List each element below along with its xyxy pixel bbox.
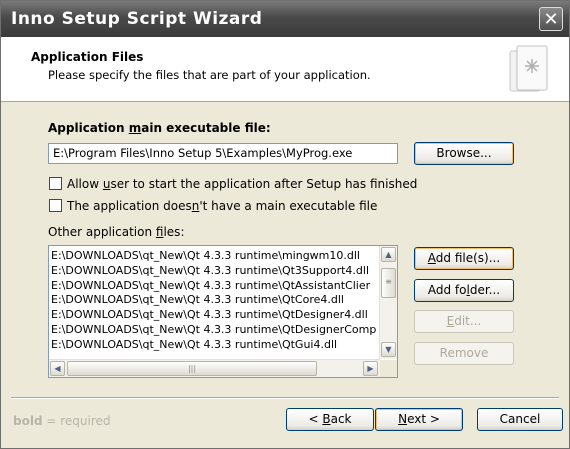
scroll-corner [380,360,397,377]
list-item[interactable]: E:\DOWNLOADS\qt_New\Qt 4.3.3 runtime\Qt3… [51,263,378,278]
wizard-window: Inno Setup Script Wizard ✕ Application F… [0,0,570,449]
close-icon: ✕ [543,9,559,30]
close-button[interactable]: ✕ [539,7,563,31]
no-exe-label[interactable]: The application doesn't have a main exec… [67,199,377,213]
scroll-left-icon[interactable]: ◀ [50,361,65,376]
horizontal-scroll-thumb[interactable]: ||| [67,361,317,376]
list-item[interactable]: E:\DOWNLOADS\qt_New\Qt 4.3.3 runtime\min… [51,248,378,263]
setup-wizard-icon [509,45,548,92]
add-folder-button[interactable]: Add folder... [414,279,514,302]
remove-button[interactable]: Remove [414,342,514,365]
scroll-up-icon[interactable]: ▲ [381,247,396,262]
add-files-button[interactable]: Add file(s)... [414,247,514,270]
scroll-right-icon[interactable]: ▶ [363,361,378,376]
title-bar[interactable]: Inno Setup Script Wizard ✕ [1,1,569,37]
list-item[interactable]: E:\DOWNLOADS\qt_New\Qt 4.3.3 runtime\QtD… [51,322,378,337]
footer-divider [11,397,559,399]
list-item[interactable]: E:\DOWNLOADS\qt_New\Qt 4.3.3 runtime\QtC… [51,292,378,307]
other-files-label: Other application files: [48,225,185,239]
horizontal-scrollbar[interactable]: ◀ ||| ▶ [49,359,380,377]
main-exe-label: Application main executable file: [48,121,271,135]
page-title: Application Files [31,50,144,64]
required-legend: bold = required [13,414,111,428]
scroll-down-icon[interactable]: ▼ [381,342,396,357]
edit-button[interactable]: Edit... [414,310,514,333]
main-exe-input[interactable]: E:\Program Files\Inno Setup 5\Examples\M… [48,143,398,164]
grip-icon: ||| [187,364,197,373]
file-rows: E:\DOWNLOADS\qt_New\Qt 4.3.3 runtime\min… [51,248,378,353]
list-item[interactable]: E:\DOWNLOADS\qt_New\Qt 4.3.3 runtime\QtG… [51,337,378,352]
page-subtitle: Please specify the files that are part o… [48,68,371,82]
list-item[interactable]: E:\DOWNLOADS\qt_New\Qt 4.3.3 runtime\QtD… [51,307,378,322]
browse-button[interactable]: Browse... [414,142,514,165]
no-exe-checkbox[interactable] [49,199,62,212]
grip-icon: ≡ [385,277,392,286]
other-files-list[interactable]: E:\DOWNLOADS\qt_New\Qt 4.3.3 runtime\min… [48,245,398,378]
window-title: Inno Setup Script Wizard [11,9,263,29]
list-item[interactable]: E:\DOWNLOADS\qt_New\Qt 4.3.3 runtime\QtA… [51,278,378,293]
cancel-button[interactable]: Cancel [477,408,563,431]
allow-start-checkbox[interactable] [49,177,62,190]
vertical-scrollbar[interactable]: ▲ ≡ ▼ [379,246,397,359]
back-button[interactable]: < Back [286,408,374,431]
vertical-scroll-thumb[interactable]: ≡ [381,268,396,298]
wizard-header: Application Files Please specify the fil… [1,37,569,102]
next-button[interactable]: Next > [375,408,463,431]
allow-start-label[interactable]: Allow user to start the application afte… [67,177,417,191]
